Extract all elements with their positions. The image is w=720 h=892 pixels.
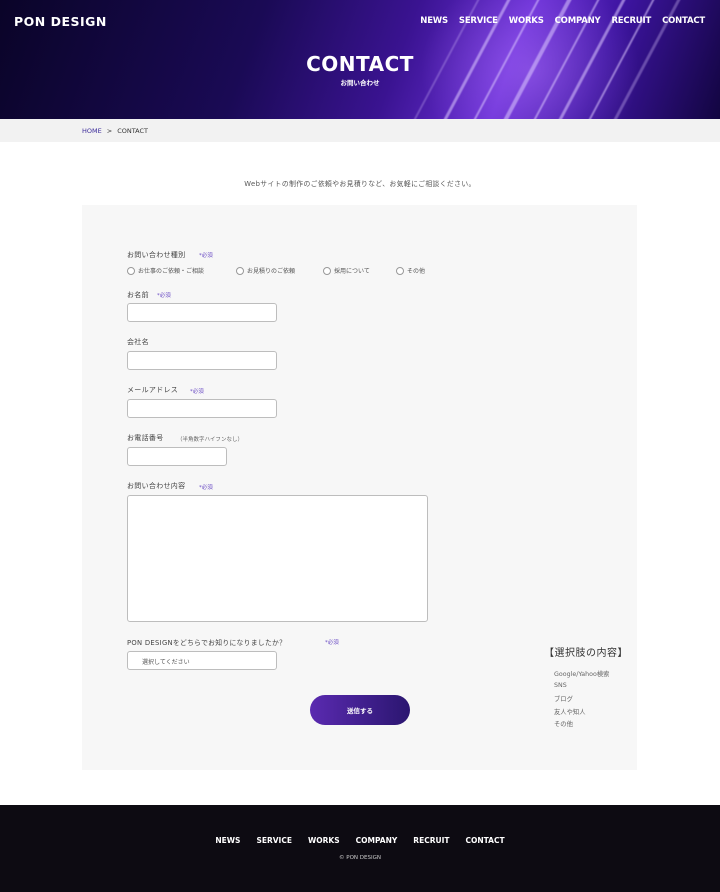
radio-label: お仕事のご依頼・ご相談: [138, 268, 205, 275]
copyright: © PON DESIGN: [339, 855, 381, 861]
nav-recruit[interactable]: RECRUIT: [611, 16, 651, 26]
radio-circle[interactable]: [127, 266, 135, 275]
nav-contact[interactable]: CONTACT: [662, 16, 705, 26]
site-logo[interactable]: PON DESIGN: [14, 14, 107, 29]
company-label: 会社名: [127, 338, 149, 346]
nav-company[interactable]: COMPANY: [555, 16, 601, 26]
footer-nav-company[interactable]: COMPANY: [356, 836, 398, 845]
phone-field[interactable]: [127, 447, 227, 466]
option-item: SNS: [554, 682, 567, 689]
radio-estimate[interactable]: お見積りのご依頼: [236, 266, 295, 275]
intro-text: Webサイトの制作のご依頼やお見積りなど、お気軽にご相談ください。: [244, 180, 476, 188]
phone-note: （半角数字ハイフンなし）: [177, 437, 244, 443]
radio-label: その他: [407, 268, 426, 275]
phone-label: お電話番号: [127, 434, 164, 442]
site-footer: [0, 805, 720, 892]
option-item: その他: [554, 721, 573, 728]
company-field[interactable]: [127, 351, 277, 370]
footer-nav-service[interactable]: SERVICE: [256, 836, 292, 845]
footer-nav-works[interactable]: WORKS: [308, 836, 340, 845]
radio-circle[interactable]: [236, 266, 244, 275]
option-item: 友人や知人: [554, 709, 586, 716]
radio-circle[interactable]: [323, 266, 331, 275]
email-field[interactable]: [127, 399, 277, 418]
radio-work-request[interactable]: お仕事のご依頼・ご相談: [127, 266, 204, 275]
required-mark: *必須: [157, 293, 171, 299]
required-mark: *必須: [199, 253, 213, 259]
breadcrumb-separator: >: [106, 127, 113, 135]
global-nav: NEWS SERVICE WORKS COMPANY RECRUIT CONTA…: [420, 16, 705, 26]
email-label: メールアドレス: [127, 386, 179, 394]
required-mark: *必須: [199, 485, 213, 491]
source-select-placeholder: 選択してください: [142, 659, 190, 666]
footer-nav-news[interactable]: NEWS: [215, 836, 240, 845]
page-subtitle: お問い合わせ: [340, 79, 380, 87]
name-field[interactable]: [127, 303, 277, 322]
submit-button[interactable]: 送信する: [310, 695, 410, 725]
required-mark: *必須: [190, 389, 204, 395]
name-label: お名前: [127, 291, 149, 299]
breadcrumb-home[interactable]: HOME: [82, 127, 102, 135]
inquiry-type-label: お問い合わせ種別: [127, 251, 186, 259]
footer-nav-contact[interactable]: CONTACT: [465, 836, 504, 845]
option-item: Google/Yahoo検索: [554, 671, 610, 678]
nav-service[interactable]: SERVICE: [459, 16, 498, 26]
nav-works[interactable]: WORKS: [509, 16, 544, 26]
radio-label: お見積りのご依頼: [247, 268, 296, 275]
footer-nav-recruit[interactable]: RECRUIT: [413, 836, 449, 845]
breadcrumb: HOME > CONTACT: [82, 127, 148, 135]
radio-recruit[interactable]: 採用について: [323, 266, 370, 275]
nav-news[interactable]: NEWS: [420, 16, 448, 26]
radio-circle[interactable]: [396, 266, 404, 275]
message-label: お問い合わせ内容: [127, 482, 186, 490]
radio-label: 採用について: [334, 268, 370, 275]
page-title: CONTACT: [306, 52, 414, 76]
source-label: PON DESIGNをどちらでお知りになりましたか？: [127, 639, 287, 647]
required-mark: *必須: [325, 640, 339, 646]
footer-nav: NEWS SERVICE WORKS COMPANY RECRUIT CONTA…: [0, 836, 720, 845]
option-item: ブログ: [554, 696, 573, 703]
breadcrumb-current: CONTACT: [117, 127, 149, 135]
radio-other[interactable]: その他: [396, 266, 425, 275]
options-title: 【選択肢の内容】: [544, 648, 628, 659]
message-textarea[interactable]: [127, 495, 428, 622]
